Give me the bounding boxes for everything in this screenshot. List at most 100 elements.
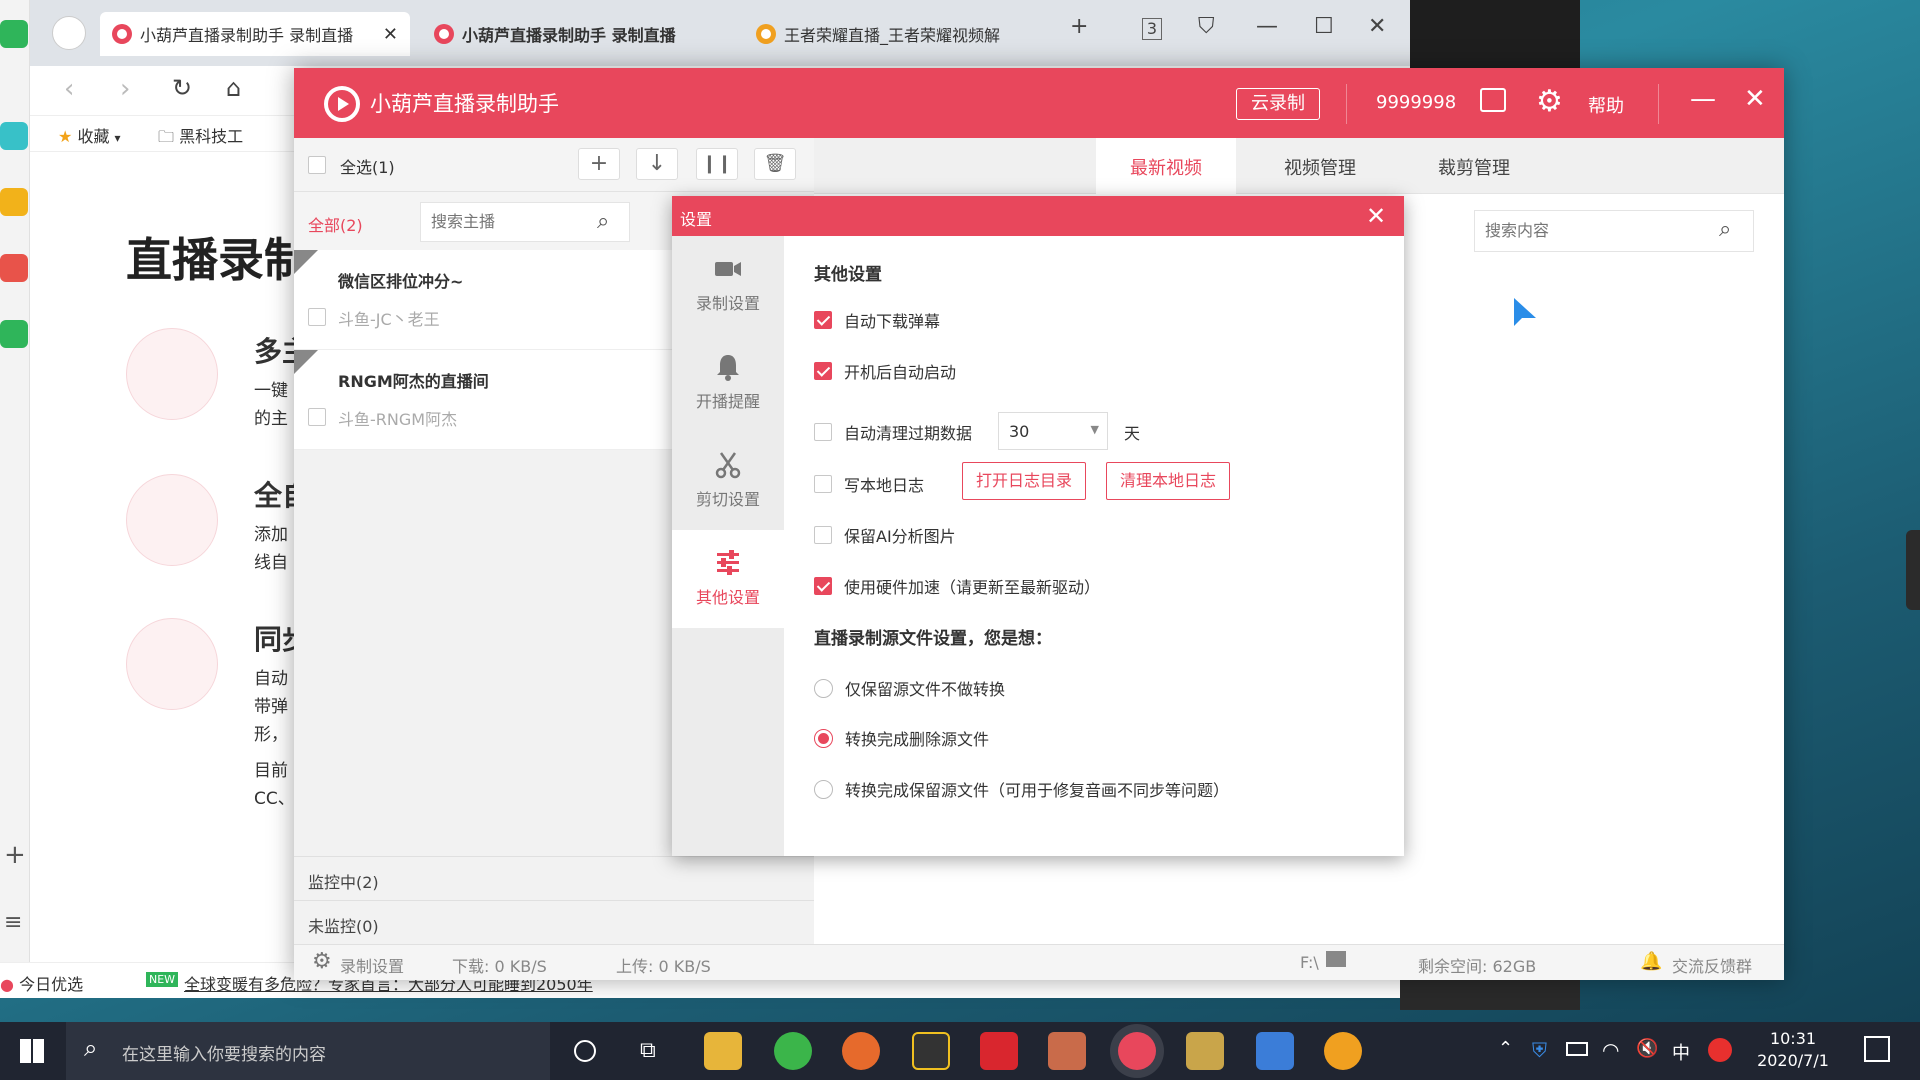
radio-keep-after-convert[interactable]: 转换完成保留源文件（可用于修复音画不同步等问题） <box>814 777 1229 801</box>
download-app-icon[interactable] <box>980 1032 1018 1070</box>
today-picks-link[interactable]: ● 今日优选 <box>0 971 83 995</box>
filter-all[interactable]: 全部(2) <box>308 212 363 236</box>
calabash-app-icon[interactable] <box>1118 1032 1156 1070</box>
browser-tab-3[interactable]: 王者荣耀直播_王者荣耀视频解 <box>744 12 1044 56</box>
windows-start-icon[interactable] <box>20 1039 44 1063</box>
checkbox[interactable] <box>814 526 832 544</box>
add-icon[interactable]: + <box>4 840 26 870</box>
close-icon[interactable]: ✕ <box>1366 202 1386 230</box>
tab-latest-videos[interactable]: 最新视频 <box>1096 138 1236 194</box>
clear-log-button[interactable]: 清理本地日志 <box>1106 462 1230 500</box>
shield-app-icon[interactable] <box>912 1032 950 1070</box>
side-cut-settings[interactable]: 剪切设置 <box>672 432 784 530</box>
anchor-checkbox[interactable] <box>308 308 326 326</box>
menu-icon[interactable]: ≡ <box>4 910 22 935</box>
shield-tray-icon[interactable]: ⛨ <box>1532 1038 1547 1062</box>
monitoring-group[interactable]: 监控中(2) <box>294 856 814 900</box>
folder-icon[interactable] <box>1326 951 1346 967</box>
ime-indicator[interactable]: 中 <box>1672 1039 1690 1065</box>
radio-keep-source-only[interactable]: 仅保留源文件不做转换 <box>814 676 1005 700</box>
anchor-checkbox[interactable] <box>308 408 326 426</box>
home-icon[interactable]: ⌂ <box>226 74 241 102</box>
media-app-icon[interactable] <box>1186 1032 1224 1070</box>
star-icon[interactable] <box>0 188 28 216</box>
not-monitoring-group[interactable]: 未监控(0) <box>294 900 814 944</box>
camera-app-icon[interactable] <box>1048 1032 1086 1070</box>
checkbox[interactable] <box>814 423 832 441</box>
select-all-checkbox[interactable] <box>308 156 326 174</box>
news-app-icon[interactable] <box>1256 1032 1294 1070</box>
record-settings-link[interactable]: 录制设置 <box>340 953 404 977</box>
option-hardware-accel[interactable]: 使用硬件加速（请更新至最新驱动） <box>814 574 1100 598</box>
new-tab-icon[interactable]: + <box>1070 14 1088 39</box>
shirt-icon[interactable]: ⛉ <box>1198 14 1215 39</box>
browser-tab-1[interactable]: 小葫芦直播录制助手 录制直播 ✕ <box>100 12 410 56</box>
wifi-icon[interactable]: ◠ <box>1602 1038 1619 1062</box>
user-id[interactable]: 9999998 <box>1376 92 1456 113</box>
help-button[interactable]: 帮助 <box>1588 92 1624 118</box>
weibo-icon[interactable] <box>0 254 28 282</box>
minimize-icon[interactable]: — <box>1256 14 1278 39</box>
forward-icon[interactable]: › <box>120 74 130 104</box>
reload-icon[interactable]: ↻ <box>172 74 192 102</box>
side-record-settings[interactable]: 录制设置 <box>672 236 784 334</box>
bell-icon[interactable]: 🔔 <box>1640 951 1662 972</box>
search-icon[interactable]: ⌕ <box>597 209 609 234</box>
checkbox[interactable] <box>814 311 832 329</box>
open-log-dir-button[interactable]: 打开日志目录 <box>962 462 1086 500</box>
download-icon[interactable]: ↓ <box>636 148 678 180</box>
tab-count-badge[interactable]: 3 <box>1142 18 1162 40</box>
add-icon[interactable]: + <box>578 148 620 180</box>
cloud-record-button[interactable]: 云录制 <box>1236 88 1320 120</box>
feedback-group-link[interactable]: 交流反馈群 <box>1672 953 1752 977</box>
option-auto-clean[interactable]: 自动清理过期数据 <box>814 420 972 444</box>
minimize-icon[interactable]: — <box>1690 84 1716 114</box>
drive-label[interactable]: F:\ <box>1300 953 1319 972</box>
notification-icon[interactable] <box>1864 1036 1890 1062</box>
anchor-search-input[interactable] <box>431 212 591 231</box>
close-icon[interactable]: ✕ <box>1368 14 1386 39</box>
radio[interactable] <box>814 678 833 698</box>
game-app-icon[interactable] <box>1324 1032 1362 1070</box>
browser-app-icon[interactable] <box>774 1032 812 1070</box>
browser-tab-2[interactable]: 小葫芦直播录制助手 录制直播 <box>422 12 722 56</box>
sogou-icon[interactable] <box>1708 1038 1732 1062</box>
pause-icon[interactable]: ❙❙ <box>696 148 738 180</box>
checkbox[interactable] <box>814 362 832 380</box>
trash-icon[interactable]: 🗑 <box>754 148 796 180</box>
days-select[interactable]: 30 ▼ <box>998 412 1108 450</box>
option-keep-ai-images[interactable]: 保留AI分析图片 <box>814 523 956 547</box>
taskbar-search-box[interactable]: ⌕ 在这里输入你要搜索的内容 <box>66 1022 550 1080</box>
mail-icon[interactable] <box>0 320 28 348</box>
side-live-reminder[interactable]: 开播提醒 <box>672 334 784 432</box>
bookmark-folder[interactable]: 🗀 黑科技工 <box>158 123 243 153</box>
volume-mute-icon[interactable]: 🔇 <box>1636 1038 1658 1059</box>
message-icon[interactable] <box>1480 88 1506 112</box>
radio-delete-after-convert[interactable]: 转换完成删除源文件 <box>814 726 989 750</box>
nav-arrow-icon[interactable] <box>52 16 86 50</box>
close-icon[interactable]: ✕ <box>1744 84 1766 114</box>
back-icon[interactable]: ‹ <box>64 74 74 104</box>
option-auto-download-danmaku[interactable]: 自动下载弹幕 <box>814 308 940 332</box>
file-explorer-icon[interactable] <box>704 1032 742 1070</box>
gear-icon[interactable]: ⚙ <box>1536 84 1563 119</box>
option-write-log[interactable]: 写本地日志 <box>814 472 924 496</box>
taskbar-clock[interactable]: 10:31 2020/7/1 <box>1748 1028 1838 1072</box>
option-autostart[interactable]: 开机后自动启动 <box>814 359 956 383</box>
task-view-icon[interactable]: ⧉ <box>640 1038 656 1063</box>
search-icon[interactable]: ⌕ <box>1719 217 1731 242</box>
radio[interactable] <box>814 728 833 748</box>
firefox-icon[interactable] <box>842 1032 880 1070</box>
bookmark-favorites[interactable]: ★ 收藏 ▾ <box>58 123 121 147</box>
tab-close-icon[interactable]: ✕ <box>383 24 398 45</box>
battery-icon[interactable] <box>1566 1042 1588 1056</box>
gear-icon[interactable]: ⚙ <box>312 949 332 974</box>
ie-icon[interactable] <box>0 20 28 48</box>
radio[interactable] <box>814 779 833 799</box>
tab-video-management[interactable]: 视频管理 <box>1250 138 1390 194</box>
side-other-settings[interactable]: 其他设置 <box>672 530 784 628</box>
chevron-up-icon[interactable]: ⌃ <box>1498 1038 1513 1059</box>
checkbox[interactable] <box>814 475 832 493</box>
content-search-input[interactable] <box>1485 221 1705 240</box>
cortana-icon[interactable] <box>574 1040 596 1062</box>
